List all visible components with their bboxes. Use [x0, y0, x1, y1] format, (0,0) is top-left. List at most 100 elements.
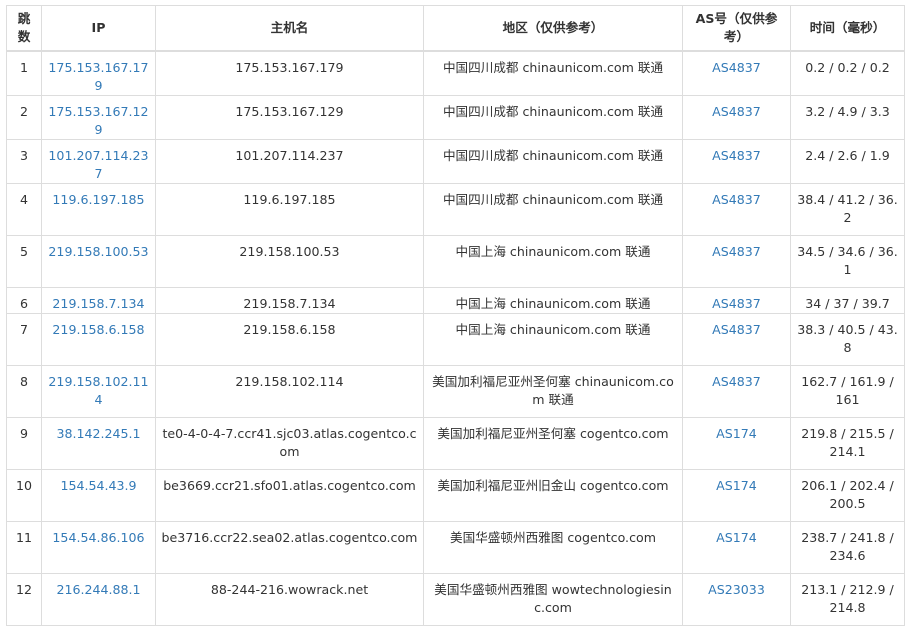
host-cell: 219.158.100.53 — [155, 235, 424, 288]
header-location: 地区（仅供参考） — [423, 5, 683, 52]
hop-cell: 11 — [6, 521, 42, 574]
as-cell: AS4837 — [682, 95, 791, 140]
as-link[interactable]: AS174 — [716, 426, 757, 441]
time-cell: 2.4 / 2.6 / 1.9 — [790, 139, 905, 184]
as-cell: AS4837 — [682, 139, 791, 184]
ip-link[interactable]: 219.158.102.114 — [48, 374, 148, 407]
ip-link[interactable]: 101.207.114.237 — [48, 148, 148, 181]
location-cell: 中国上海 chinaunicom.com 联通 — [423, 235, 683, 288]
location-cell: 中国四川成都 chinaunicom.com 联通 — [423, 139, 683, 184]
hop-cell: 7 — [6, 313, 42, 366]
ip-cell: 219.158.102.114 — [41, 365, 156, 418]
table-row: 5 219.158.100.53 219.158.100.53 中国上海 chi… — [6, 235, 905, 288]
table-row: 3 101.207.114.237 101.207.114.237 中国四川成都… — [6, 139, 905, 184]
host-cell: 119.6.197.185 — [155, 183, 424, 236]
ip-link[interactable]: 154.54.43.9 — [60, 478, 136, 493]
time-cell: 38.3 / 40.5 / 43.8 — [790, 313, 905, 366]
time-cell: 219.8 / 215.5 / 214.1 — [790, 417, 905, 470]
ip-cell: 38.142.245.1 — [41, 417, 156, 470]
ip-link[interactable]: 175.153.167.179 — [48, 60, 148, 93]
location-cell: 美国加利福尼亚州圣何塞 cogentco.com — [423, 417, 683, 470]
table-row: 7 219.158.6.158 219.158.6.158 中国上海 china… — [6, 313, 905, 366]
as-link[interactable]: AS4837 — [712, 322, 761, 337]
location-cell: 美国加利福尼亚州旧金山 cogentco.com — [423, 469, 683, 522]
location-cell: 中国四川成都 chinaunicom.com 联通 — [423, 50, 683, 96]
ip-cell: 175.153.167.129 — [41, 95, 156, 140]
ip-cell: 175.153.167.179 — [41, 50, 156, 96]
ip-cell: 219.158.6.158 — [41, 313, 156, 366]
location-cell: 中国上海 chinaunicom.com 联通 — [423, 313, 683, 366]
ip-link[interactable]: 219.158.100.53 — [48, 244, 148, 259]
time-cell: 38.4 / 41.2 / 36.2 — [790, 183, 905, 236]
header-host: 主机名 — [155, 5, 424, 52]
as-link[interactable]: AS4837 — [712, 192, 761, 207]
as-link[interactable]: AS4837 — [712, 60, 761, 75]
header-ip: IP — [41, 5, 156, 52]
host-cell: 219.158.6.158 — [155, 313, 424, 366]
host-cell: 219.158.7.134 — [155, 287, 424, 314]
ip-link[interactable]: 216.244.88.1 — [56, 582, 140, 597]
ip-link[interactable]: 219.158.7.134 — [52, 296, 144, 311]
as-cell: AS4837 — [682, 235, 791, 288]
host-cell: 175.153.167.129 — [155, 95, 424, 140]
ip-cell: 216.244.88.1 — [41, 573, 156, 626]
as-cell: AS4837 — [682, 183, 791, 236]
as-link[interactable]: AS23033 — [708, 582, 765, 597]
header-as: AS号（仅供参考） — [682, 5, 791, 52]
time-cell: 34 / 37 / 39.7 — [790, 287, 905, 314]
as-link[interactable]: AS4837 — [712, 296, 761, 311]
hop-cell: 12 — [6, 573, 42, 626]
hop-cell: 8 — [6, 365, 42, 418]
table-row: 1 175.153.167.179 175.153.167.179 中国四川成都… — [6, 50, 905, 96]
location-cell: 中国四川成都 chinaunicom.com 联通 — [423, 95, 683, 140]
host-cell: 101.207.114.237 — [155, 139, 424, 184]
host-cell: be3669.ccr21.sfo01.atlas.cogentco.com — [155, 469, 424, 522]
as-link[interactable]: AS4837 — [712, 148, 761, 163]
as-cell: AS4837 — [682, 287, 791, 314]
ip-cell: 154.54.43.9 — [41, 469, 156, 522]
table-row: 6 219.158.7.134 219.158.7.134 中国上海 china… — [6, 287, 905, 314]
ip-link[interactable]: 154.54.86.106 — [52, 530, 144, 545]
as-cell: AS4837 — [682, 313, 791, 366]
traceroute-table: 跳数 IP 主机名 地区（仅供参考） AS号（仅供参考） 时间（毫秒） 1 17… — [6, 5, 905, 626]
traceroute-table-container: 跳数 IP 主机名 地区（仅供参考） AS号（仅供参考） 时间（毫秒） 1 17… — [6, 5, 905, 626]
location-cell: 美国华盛顿州西雅图 wowtechnologiesinc.com — [423, 573, 683, 626]
hop-cell: 2 — [6, 95, 42, 140]
hop-cell: 4 — [6, 183, 42, 236]
as-link[interactable]: AS4837 — [712, 374, 761, 389]
table-row: 11 154.54.86.106 be3716.ccr22.sea02.atla… — [6, 521, 905, 574]
table-row: 4 119.6.197.185 119.6.197.185 中国四川成都 chi… — [6, 183, 905, 236]
time-cell: 238.7 / 241.8 / 234.6 — [790, 521, 905, 574]
host-cell: 88-244-216.wowrack.net — [155, 573, 424, 626]
table-row: 12 216.244.88.1 88-244-216.wowrack.net 美… — [6, 573, 905, 626]
ip-cell: 101.207.114.237 — [41, 139, 156, 184]
host-cell: 219.158.102.114 — [155, 365, 424, 418]
location-cell: 中国上海 chinaunicom.com 联通 — [423, 287, 683, 314]
as-cell: AS174 — [682, 521, 791, 574]
ip-cell: 119.6.197.185 — [41, 183, 156, 236]
hop-cell: 10 — [6, 469, 42, 522]
table-header-row: 跳数 IP 主机名 地区（仅供参考） AS号（仅供参考） 时间（毫秒） — [6, 5, 905, 52]
time-cell: 206.1 / 202.4 / 200.5 — [790, 469, 905, 522]
location-cell: 中国四川成都 chinaunicom.com 联通 — [423, 183, 683, 236]
as-cell: AS23033 — [682, 573, 791, 626]
ip-link[interactable]: 175.153.167.129 — [48, 104, 148, 137]
time-cell: 34.5 / 34.6 / 36.1 — [790, 235, 905, 288]
as-cell: AS174 — [682, 469, 791, 522]
hop-cell: 9 — [6, 417, 42, 470]
ip-link[interactable]: 38.142.245.1 — [56, 426, 140, 441]
hop-cell: 1 — [6, 50, 42, 96]
ip-link[interactable]: 219.158.6.158 — [52, 322, 144, 337]
time-cell: 162.7 / 161.9 / 161 — [790, 365, 905, 418]
ip-link[interactable]: 119.6.197.185 — [52, 192, 144, 207]
location-cell: 美国华盛顿州西雅图 cogentco.com — [423, 521, 683, 574]
table-row: 9 38.142.245.1 te0-4-0-4-7.ccr41.sjc03.a… — [6, 417, 905, 470]
as-link[interactable]: AS174 — [716, 478, 757, 493]
as-link[interactable]: AS174 — [716, 530, 757, 545]
time-cell: 3.2 / 4.9 / 3.3 — [790, 95, 905, 140]
as-link[interactable]: AS4837 — [712, 104, 761, 119]
table-row: 8 219.158.102.114 219.158.102.114 美国加利福尼… — [6, 365, 905, 418]
ip-cell: 219.158.7.134 — [41, 287, 156, 314]
hop-cell: 5 — [6, 235, 42, 288]
as-link[interactable]: AS4837 — [712, 244, 761, 259]
